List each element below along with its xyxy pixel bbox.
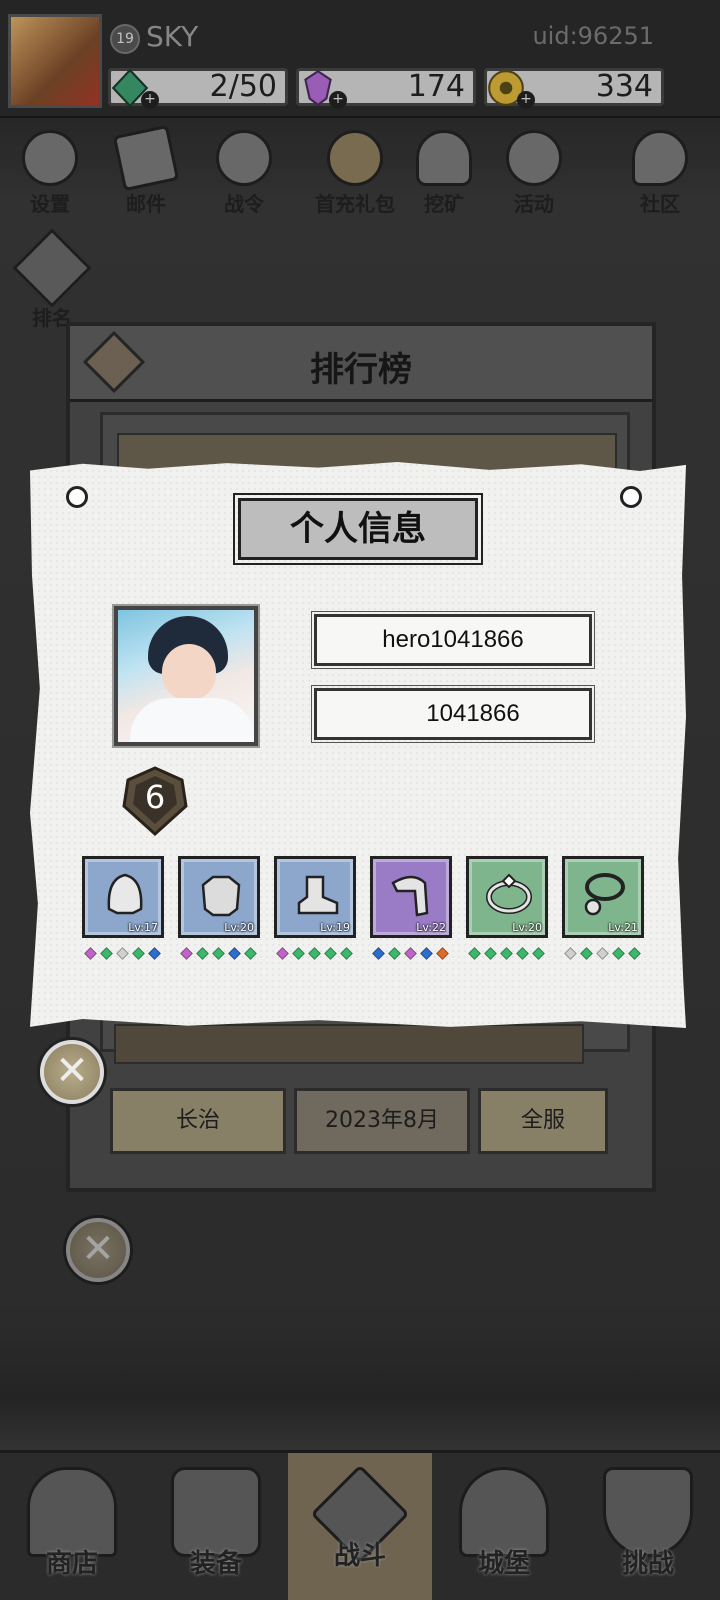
socket-gem [564,947,577,960]
socket-gem [228,947,241,960]
socket-gem [420,947,433,960]
close-icon: ✕ [55,1048,89,1094]
socket-gem [132,947,145,960]
socket-gem [244,947,257,960]
socket-gem [532,947,545,960]
socket-gem [100,947,113,960]
nav-equipment[interactable]: 装备 [144,1453,288,1600]
boots-icon [297,875,339,915]
equipment-slot-necklace[interactable]: Lv:21 [562,856,644,938]
profile-name: hero1041866 [382,626,524,653]
socket-gem [580,947,593,960]
socket-gem [148,947,161,960]
socket-gem [436,947,449,960]
socket-gem [292,947,305,960]
profile-id: 1041866 [426,700,520,727]
socket-gem [404,947,417,960]
socket-gem [628,947,641,960]
socket-gem [276,947,289,960]
socket-gem [388,947,401,960]
bottom-nav: 商店 装备 战斗 城堡 挑战 [0,1450,720,1600]
nav-shop[interactable]: 商店 [0,1453,144,1600]
nav-castle[interactable]: 城堡 [432,1453,576,1600]
socket-gem [308,947,321,960]
level-number: 6 [144,778,166,816]
profile-title: 个人信息 [233,493,483,565]
socket-gem [596,947,609,960]
socket-gem [612,947,625,960]
socket-gem [324,947,337,960]
pin-icon [620,486,642,508]
socket-gem [116,947,129,960]
gem-row [82,947,164,962]
gem-row [466,947,548,962]
gloves-icon [391,875,429,917]
profile-popup: 个人信息 hero1041866 1041866 6 Lv:17 Lv:20 L… [30,462,686,1028]
equipment-slot-armor[interactable]: Lv:20 [178,856,260,938]
gem-row [562,947,644,962]
socket-gem [340,947,353,960]
helmet-icon [107,873,143,915]
socket-gem [468,947,481,960]
equipment-slot-gloves[interactable]: Lv:22 [370,856,452,938]
socket-gem [84,947,97,960]
nav-battle[interactable]: 战斗 [288,1453,432,1600]
gem-row [370,947,452,962]
close-profile-button[interactable]: ✕ [40,1040,104,1104]
socket-gem [372,947,385,960]
level-badge: 6 [120,766,190,836]
gem-row [178,947,260,962]
socket-gem [484,947,497,960]
socket-gem [516,947,529,960]
socket-gem [212,947,225,960]
socket-gem [196,947,209,960]
socket-gem [180,947,193,960]
nav-challenge[interactable]: 挑战 [576,1453,720,1600]
equipment-slot-boots[interactable]: Lv:19 [274,856,356,938]
socket-gem [500,947,513,960]
profile-portrait [114,606,258,746]
pin-icon [66,486,88,508]
profile-id-field: 1041866 [311,685,595,743]
profile-name-field: hero1041866 [311,611,595,669]
necklace-icon [584,873,625,916]
equipment-slot-ring[interactable]: Lv:20 [466,856,548,938]
equipment-slot-helmet[interactable]: Lv:17 [82,856,164,938]
armor-icon [201,875,241,917]
gem-row [274,947,356,962]
ring-icon [486,873,532,914]
